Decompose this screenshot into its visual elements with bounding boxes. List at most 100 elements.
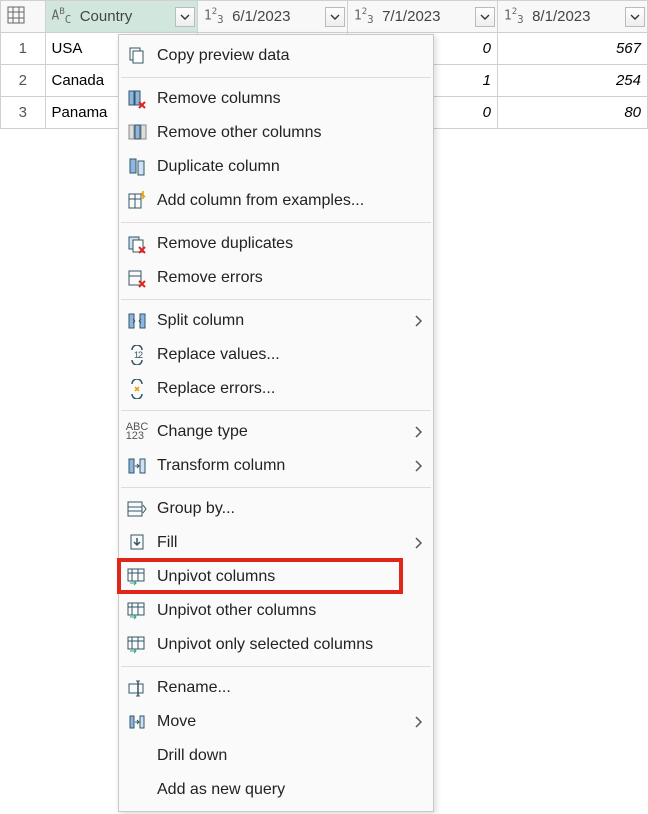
svg-text:2: 2 — [138, 350, 143, 360]
menu-item-fill[interactable]: Fill — [119, 526, 433, 560]
menu-item-replace-errors[interactable]: Replace errors... — [119, 372, 433, 406]
menu-item-label: Change type — [157, 423, 411, 441]
menu-item-label: Group by... — [157, 500, 425, 518]
move-icon — [126, 712, 148, 732]
menu-item-change-type[interactable]: ABC123 Change type — [119, 415, 433, 449]
group-by-icon — [123, 497, 151, 521]
menu-item-remove-columns[interactable]: Remove columns — [119, 82, 433, 116]
change-type-icon: ABC123 — [123, 420, 151, 444]
menu-separator — [121, 487, 431, 488]
column-context-menu: Copy preview data Remove columns Remove ot… — [118, 34, 434, 812]
column-label: 7/1/2023 — [382, 8, 440, 25]
menu-item-remove-duplicates[interactable]: Remove duplicates — [119, 227, 433, 261]
menu-item-label: Move — [157, 713, 411, 731]
menu-item-label: Remove columns — [157, 90, 425, 108]
column-header-country[interactable]: ABC Country — [45, 1, 197, 33]
menu-item-move[interactable]: Move — [119, 705, 433, 739]
chevron-right-icon — [411, 426, 425, 438]
filter-dropdown-button[interactable] — [625, 7, 645, 27]
chevron-down-icon — [330, 12, 340, 22]
unpivot-other-icon — [126, 601, 148, 621]
chevron-down-icon — [180, 12, 190, 22]
menu-item-unpivot-other-columns[interactable]: Unpivot other columns — [119, 594, 433, 628]
menu-item-label: Unpivot only selected columns — [157, 636, 425, 654]
chevron-right-icon — [411, 716, 425, 728]
menu-item-drill-down[interactable]: Drill down — [119, 739, 433, 773]
split-col-icon — [126, 311, 148, 331]
filter-dropdown-button[interactable] — [175, 7, 195, 27]
menu-item-add-as-new-query[interactable]: Add as new query — [119, 773, 433, 807]
transform-col-icon — [123, 454, 151, 478]
type-number-icon: 123 — [504, 7, 528, 26]
menu-item-label: Add column from examples... — [157, 192, 425, 210]
menu-item-unpivot-only-selected-columns[interactable]: Unpivot only selected columns — [119, 628, 433, 662]
menu-item-transform-column[interactable]: Transform column — [119, 449, 433, 483]
cell[interactable]: 80 — [497, 97, 647, 129]
fill-icon — [123, 531, 151, 555]
replace-errors-icon — [123, 377, 151, 401]
remove-errors-icon — [126, 268, 148, 288]
menu-item-group-by[interactable]: Group by... — [119, 492, 433, 526]
menu-item-label: Drill down — [157, 747, 425, 765]
menu-item-label: Add as new query — [157, 781, 425, 799]
chevron-right-icon — [411, 460, 425, 472]
copy-icon — [123, 44, 151, 68]
replace-values-icon: 12 — [126, 345, 148, 365]
blank-icon — [123, 778, 151, 802]
type-number-icon: 123 — [204, 7, 228, 26]
chevron-down-icon — [630, 12, 640, 22]
row-number: 2 — [1, 65, 46, 97]
menu-item-label: Fill — [157, 534, 411, 552]
unpivot-selected-icon — [126, 635, 148, 655]
column-label: 6/1/2023 — [232, 8, 290, 25]
unpivot-other-icon — [123, 599, 151, 623]
menu-item-label: Duplicate column — [157, 158, 425, 176]
menu-separator — [121, 77, 431, 78]
add-col-examples-icon — [126, 191, 148, 211]
menu-item-remove-errors[interactable]: Remove errors — [119, 261, 433, 295]
cell[interactable]: 567 — [497, 33, 647, 65]
type-number-icon: 123 — [354, 7, 378, 26]
type-text-icon: ABC — [52, 7, 76, 26]
menu-item-copy-preview-data[interactable]: Copy preview data — [119, 39, 433, 73]
replace-errors-icon — [126, 379, 148, 399]
column-header-6-1-2023[interactable]: 123 6/1/2023 — [197, 1, 347, 33]
table-icon — [7, 6, 25, 24]
rename-icon — [123, 676, 151, 700]
menu-item-duplicate-column[interactable]: Duplicate column — [119, 150, 433, 184]
filter-dropdown-button[interactable] — [325, 7, 345, 27]
select-all-corner[interactable] — [1, 1, 46, 33]
menu-item-label: Remove other columns — [157, 124, 425, 142]
menu-item-label: Unpivot other columns — [157, 602, 425, 620]
blank-icon — [123, 744, 151, 768]
menu-item-rename[interactable]: Rename... — [119, 671, 433, 705]
duplicate-col-icon — [123, 155, 151, 179]
row-number: 3 — [1, 97, 46, 129]
rename-icon — [126, 678, 148, 698]
menu-item-replace-values[interactable]: 12Replace values... — [119, 338, 433, 372]
menu-item-unpivot-columns[interactable]: Unpivot columns — [119, 560, 433, 594]
unpivot-icon — [126, 567, 148, 587]
fill-icon — [126, 533, 148, 553]
chevron-right-icon — [411, 315, 425, 327]
chevron-right-icon — [411, 537, 425, 549]
filter-dropdown-button[interactable] — [475, 7, 495, 27]
menu-item-remove-other-columns[interactable]: Remove other columns — [119, 116, 433, 150]
change-type-icon: ABC123 — [126, 423, 149, 441]
menu-item-split-column[interactable]: Split column — [119, 304, 433, 338]
menu-item-label: Transform column — [157, 457, 411, 475]
transform-col-icon — [126, 456, 148, 476]
column-header-8-1-2023[interactable]: 123 8/1/2023 — [497, 1, 647, 33]
menu-separator — [121, 666, 431, 667]
group-by-icon — [126, 499, 148, 519]
menu-item-label: Unpivot columns — [157, 568, 425, 586]
cell[interactable]: 254 — [497, 65, 647, 97]
move-icon — [123, 710, 151, 734]
copy-icon — [126, 46, 148, 66]
row-number: 1 — [1, 33, 46, 65]
remove-cols-icon — [123, 87, 151, 111]
menu-item-add-column-from-examples[interactable]: Add column from examples... — [119, 184, 433, 218]
column-header-7-1-2023[interactable]: 123 7/1/2023 — [347, 1, 497, 33]
menu-item-label: Copy preview data — [157, 47, 425, 65]
menu-item-label: Replace errors... — [157, 380, 425, 398]
